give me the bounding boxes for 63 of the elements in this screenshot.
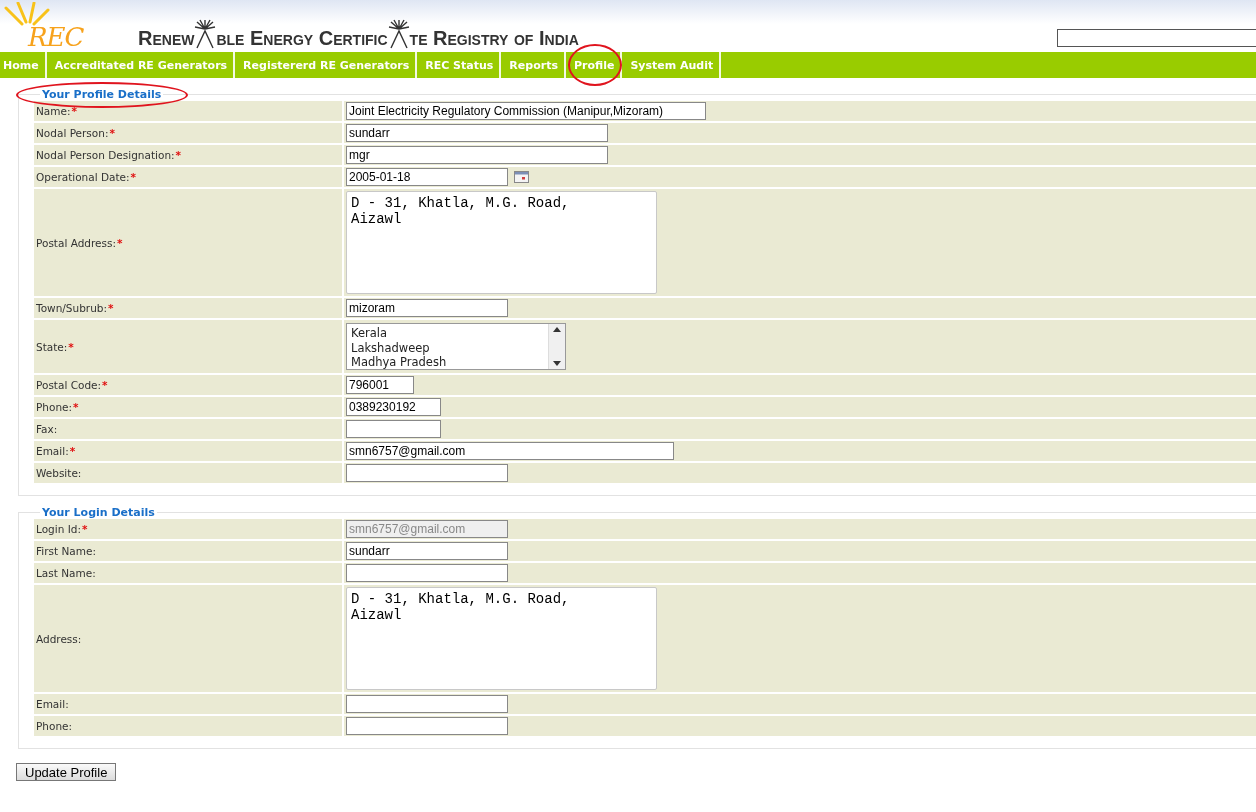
required-mark: *	[109, 127, 115, 139]
text-field[interactable]: Joint Electricity Regulatory Commission (Manipur,Mizoram)	[346, 102, 706, 120]
label-text: Fax:	[36, 423, 58, 435]
search-field[interactable]	[1057, 29, 1256, 47]
address-textarea[interactable]: D - 31, Khatla, M.G. Road, Aizawl	[346, 191, 657, 294]
site-title: ble Energy Certific	[216, 28, 388, 48]
label-text: State:	[36, 340, 68, 353]
text-field[interactable]: 2005-01-18	[346, 168, 508, 186]
scroll-up-icon[interactable]	[553, 327, 561, 332]
update-profile-button[interactable]: Update Profile	[16, 763, 117, 781]
required-mark: *	[68, 340, 74, 353]
required-mark: *	[102, 379, 108, 391]
required-mark: *	[108, 302, 114, 314]
scroll-down-icon[interactable]	[553, 361, 561, 366]
text-field[interactable]	[346, 717, 508, 735]
state-listbox[interactable]: Kerala Lakshadweep Madhya Pradesh	[346, 323, 566, 370]
label-text: Postal Address:	[36, 236, 116, 249]
label-text: Operational Date:	[36, 171, 130, 183]
text-field[interactable]	[346, 695, 508, 713]
address-textarea[interactable]: D - 31, Khatla, M.G. Road, Aizawl	[346, 587, 657, 690]
required-mark: *	[71, 105, 77, 117]
tower-icon	[386, 19, 411, 49]
label-text: Phone:	[36, 720, 73, 732]
label-text: Postal Code:	[36, 379, 102, 391]
section-title: Your Profile Details	[42, 88, 162, 101]
logo-text: REC	[28, 24, 84, 50]
calendar-icon[interactable]	[514, 171, 529, 183]
list-option[interactable]: Lakshadweep	[351, 340, 544, 355]
label-text: Nodal Person:	[36, 127, 109, 139]
label-text: Email:	[36, 445, 69, 457]
text-field[interactable]	[346, 420, 441, 438]
label-text: Name:	[36, 105, 71, 117]
text-field[interactable]: 0389230192	[346, 398, 441, 416]
required-mark: *	[175, 149, 182, 161]
required-mark: *	[73, 401, 79, 413]
text-field[interactable]	[346, 564, 508, 582]
label-text: Email:	[36, 698, 69, 710]
tower-icon	[193, 19, 218, 49]
site-title: te Registry of India	[409, 28, 579, 48]
list-option[interactable]: Kerala	[351, 326, 544, 341]
text-field[interactable]: mizoram	[346, 299, 508, 317]
label-text: Town/Subrub:	[36, 302, 107, 314]
required-mark: *	[117, 236, 123, 249]
text-field[interactable]: sundarr	[346, 542, 508, 560]
list-option[interactable]: Madhya Pradesh	[351, 355, 544, 370]
label-text: Phone:	[36, 401, 73, 413]
label-text: Last Name:	[36, 567, 96, 579]
label-text: Nodal Person Designation:	[36, 149, 175, 161]
text-field[interactable]: 796001	[346, 376, 414, 394]
site-title: Renew	[138, 28, 195, 48]
text-field[interactable]	[346, 464, 508, 482]
text-field[interactable]: mgr	[346, 146, 608, 164]
required-mark: *	[81, 523, 88, 535]
scrollbar[interactable]	[548, 324, 565, 369]
label-text: Website:	[36, 467, 82, 479]
text-field[interactable]: sundarr	[346, 124, 608, 142]
label-text: Address:	[36, 632, 82, 645]
label-text: First Name:	[36, 545, 96, 557]
label-text: Login Id:	[36, 523, 81, 535]
text-field[interactable]: smn6757@gmail.com	[346, 442, 674, 460]
required-mark: *	[130, 171, 137, 183]
section-title: Your Login Details	[42, 506, 155, 519]
required-mark: *	[69, 445, 76, 457]
